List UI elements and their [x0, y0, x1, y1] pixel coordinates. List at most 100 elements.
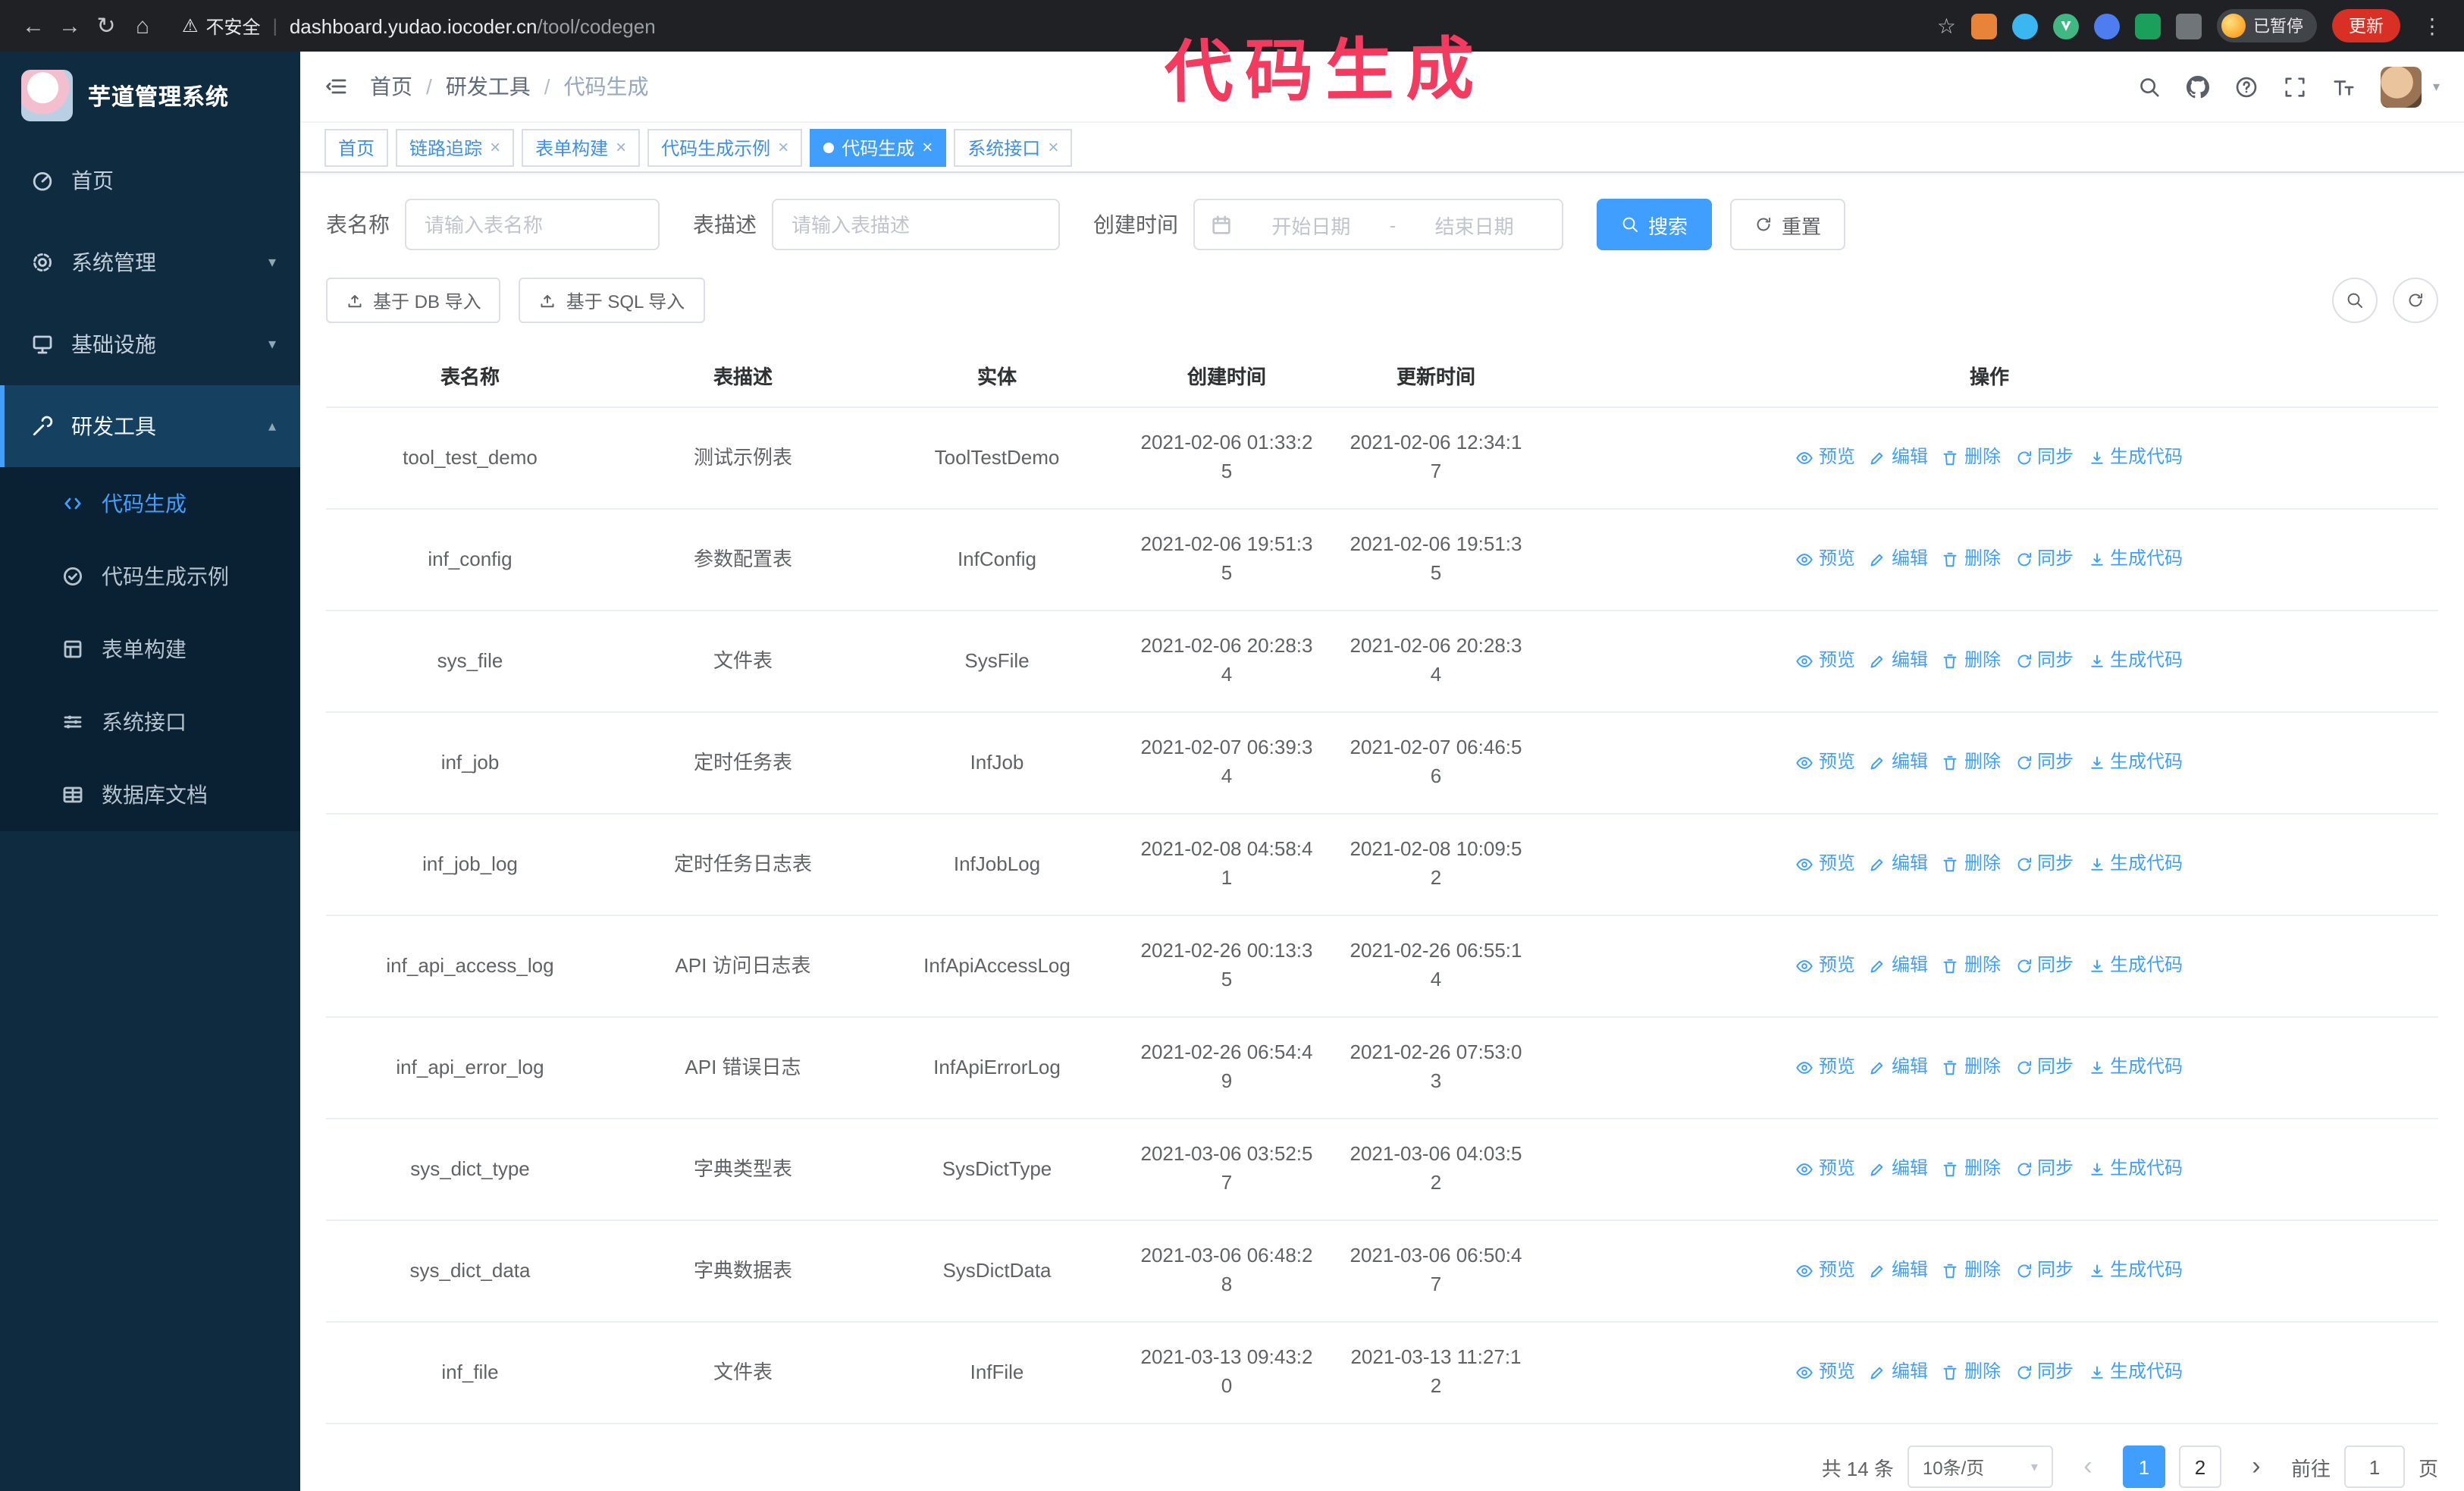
generate-code-link[interactable]: 生成代码: [2087, 953, 2183, 980]
collapse-sidebar-icon[interactable]: [324, 74, 349, 99]
extension-icon-6[interactable]: [2176, 13, 2202, 39]
page-size-select[interactable]: 10条/页 ▾: [1907, 1445, 2053, 1488]
edit-link[interactable]: 编辑: [1869, 1258, 1928, 1285]
sidebar-item-codegen[interactable]: 代码生成: [0, 467, 300, 540]
font-size-icon[interactable]: [2333, 75, 2356, 98]
preview-link[interactable]: 预览: [1796, 1258, 1855, 1285]
sidebar-item-system-api[interactable]: 系统接口: [0, 686, 300, 758]
refresh-table-button[interactable]: [2393, 278, 2438, 323]
edit-link[interactable]: 编辑: [1869, 445, 1928, 472]
table-name-input[interactable]: [405, 199, 660, 250]
sync-link[interactable]: 同步: [2014, 648, 2074, 675]
preview-link[interactable]: 预览: [1796, 750, 1855, 777]
sidebar-item-form-builder[interactable]: 表单构建: [0, 613, 300, 686]
help-icon[interactable]: [2236, 75, 2259, 98]
page-button-1[interactable]: 1: [2122, 1445, 2165, 1488]
generate-code-link[interactable]: 生成代码: [2087, 1157, 2183, 1183]
browser-home-icon[interactable]: ⌂: [124, 8, 161, 44]
browser-back-icon[interactable]: ←: [15, 8, 52, 44]
preview-link[interactable]: 预览: [1796, 1055, 1855, 1081]
profile-paused-badge[interactable]: 已暂停: [2217, 9, 2317, 42]
fullscreen-icon[interactable]: [2284, 75, 2307, 98]
delete-link[interactable]: 删除: [1942, 953, 2001, 980]
browser-reload-icon[interactable]: ↻: [88, 8, 124, 44]
delete-link[interactable]: 删除: [1942, 1360, 2001, 1386]
edit-link[interactable]: 编辑: [1869, 547, 1928, 573]
table-desc-input[interactable]: [772, 199, 1060, 250]
extension-icon-2[interactable]: [2012, 13, 2038, 39]
sync-link[interactable]: 同步: [2014, 1055, 2074, 1081]
edit-link[interactable]: 编辑: [1869, 1360, 1928, 1386]
tab-codegen-example[interactable]: 代码生成示例 ×: [647, 128, 803, 166]
generate-code-link[interactable]: 生成代码: [2087, 1360, 2183, 1386]
toggle-search-button[interactable]: [2332, 278, 2378, 323]
prev-page-button[interactable]: ‹: [2066, 1445, 2109, 1488]
security-chip[interactable]: ⚠ 不安全: [182, 13, 261, 39]
tab-form-builder[interactable]: 表单构建 ×: [522, 128, 641, 166]
delete-link[interactable]: 删除: [1942, 1055, 2001, 1081]
reset-button[interactable]: 重置: [1730, 199, 1846, 250]
sync-link[interactable]: 同步: [2014, 953, 2074, 980]
generate-code-link[interactable]: 生成代码: [2087, 445, 2183, 472]
edit-link[interactable]: 编辑: [1869, 953, 1928, 980]
import-db-button[interactable]: 基于 DB 导入: [326, 278, 501, 323]
tab-codegen[interactable]: 代码生成 ×: [810, 128, 947, 166]
sidebar-item-system[interactable]: 系统管理 ▾: [0, 221, 300, 303]
close-icon[interactable]: ×: [778, 137, 788, 158]
delete-link[interactable]: 删除: [1942, 852, 2001, 878]
edit-link[interactable]: 编辑: [1869, 750, 1928, 777]
sidebar-item-codegen-example[interactable]: 代码生成示例: [0, 540, 300, 613]
bookmark-star-icon[interactable]: ☆: [1937, 13, 1956, 39]
browser-menu-icon[interactable]: ⋮: [2415, 13, 2449, 39]
goto-page-input[interactable]: [2343, 1445, 2405, 1488]
preview-link[interactable]: 预览: [1796, 648, 1855, 675]
sync-link[interactable]: 同步: [2014, 547, 2074, 573]
user-avatar[interactable]: [2381, 66, 2422, 107]
delete-link[interactable]: 删除: [1942, 547, 2001, 573]
tab-tracing[interactable]: 链路追踪 ×: [396, 128, 515, 166]
edit-link[interactable]: 编辑: [1869, 1157, 1928, 1183]
sidebar-item-devtools[interactable]: 研发工具 ▴: [0, 385, 300, 467]
tab-system-api[interactable]: 系统接口 ×: [954, 128, 1073, 166]
close-icon[interactable]: ×: [616, 137, 626, 158]
sidebar-item-home[interactable]: 首页: [0, 140, 300, 221]
sync-link[interactable]: 同步: [2014, 852, 2074, 878]
delete-link[interactable]: 删除: [1942, 1258, 2001, 1285]
edit-link[interactable]: 编辑: [1869, 648, 1928, 675]
extension-icon-5[interactable]: [2135, 13, 2161, 39]
search-icon[interactable]: [2139, 75, 2161, 98]
edit-link[interactable]: 编辑: [1869, 852, 1928, 878]
browser-forward-icon[interactable]: →: [52, 8, 88, 44]
next-page-button[interactable]: ›: [2234, 1445, 2277, 1488]
address-bar[interactable]: ⚠ 不安全 | dashboard.yudao.iocoder.cn/tool/…: [182, 13, 656, 39]
delete-link[interactable]: 删除: [1942, 1157, 2001, 1183]
breadcrumb-home[interactable]: 首页: [370, 71, 412, 102]
extension-icon-4[interactable]: [2094, 13, 2120, 39]
preview-link[interactable]: 预览: [1796, 852, 1855, 878]
close-icon[interactable]: ×: [490, 137, 500, 158]
breadcrumb-devtools[interactable]: 研发工具: [446, 71, 531, 102]
sync-link[interactable]: 同步: [2014, 1258, 2074, 1285]
delete-link[interactable]: 删除: [1942, 750, 2001, 777]
search-button[interactable]: 搜索: [1597, 199, 1713, 250]
date-range-picker[interactable]: 开始日期 - 结束日期: [1193, 199, 1563, 250]
generate-code-link[interactable]: 生成代码: [2087, 750, 2183, 777]
github-icon[interactable]: [2187, 75, 2210, 98]
generate-code-link[interactable]: 生成代码: [2087, 1258, 2183, 1285]
generate-code-link[interactable]: 生成代码: [2087, 547, 2183, 573]
sync-link[interactable]: 同步: [2014, 445, 2074, 472]
sync-link[interactable]: 同步: [2014, 1360, 2074, 1386]
sidebar-item-infrastructure[interactable]: 基础设施 ▾: [0, 303, 300, 385]
page-button-2[interactable]: 2: [2178, 1445, 2221, 1488]
generate-code-link[interactable]: 生成代码: [2087, 1055, 2183, 1081]
delete-link[interactable]: 删除: [1942, 648, 2001, 675]
preview-link[interactable]: 预览: [1796, 1360, 1855, 1386]
sidebar-item-db-docs[interactable]: 数据库文档: [0, 758, 300, 831]
preview-link[interactable]: 预览: [1796, 953, 1855, 980]
sync-link[interactable]: 同步: [2014, 750, 2074, 777]
close-icon[interactable]: ×: [1048, 137, 1058, 158]
sync-link[interactable]: 同步: [2014, 1157, 2074, 1183]
generate-code-link[interactable]: 生成代码: [2087, 852, 2183, 878]
generate-code-link[interactable]: 生成代码: [2087, 648, 2183, 675]
preview-link[interactable]: 预览: [1796, 1157, 1855, 1183]
